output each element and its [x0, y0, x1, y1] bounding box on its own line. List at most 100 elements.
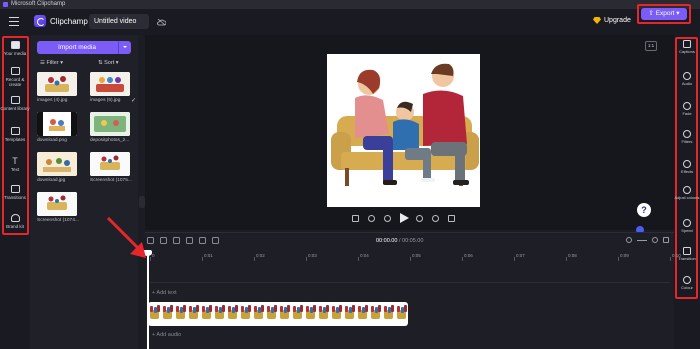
nav-transitions[interactable]: Transitions [0, 185, 30, 200]
panel-effects[interactable]: Effects [674, 160, 700, 175]
panel-adjust-colours[interactable]: Adjust colours [674, 186, 700, 201]
upgrade-button[interactable]: Upgrade [593, 17, 631, 24]
ruler-tick [618, 257, 619, 261]
panel-colour[interactable]: Colour [674, 276, 700, 291]
upload-icon: ⇧ [648, 10, 656, 17]
nav-text[interactable]: T Text [0, 157, 30, 173]
media-item-name: depositphotos_2... [90, 138, 130, 143]
clip-frame [161, 302, 174, 326]
nav-templates[interactable]: Templates [0, 127, 30, 142]
ruler-tick-label: 0:08 [568, 253, 577, 258]
zoom-slider[interactable] [637, 239, 647, 241]
fit-icon[interactable] [663, 237, 669, 243]
nav-label: Record & create [5, 77, 25, 87]
nav-label: Brand kit [6, 224, 24, 229]
ruler-tick-label: 0:01 [204, 253, 213, 258]
ruler-tick-label: 0:03 [308, 253, 317, 258]
media-thumbnail[interactable] [90, 72, 130, 96]
skip-back-icon[interactable] [368, 215, 375, 222]
add-audio-track[interactable]: + Add audio [152, 332, 181, 338]
panel-label: Adjust colours [674, 195, 700, 200]
panel-fade[interactable]: Fade [674, 102, 700, 117]
media-thumbnail[interactable] [37, 72, 77, 96]
export-label: Export [655, 10, 675, 17]
nav-label: Content library [0, 106, 30, 111]
export-button[interactable]: ⇧ Export ▾ [641, 8, 687, 20]
ruler-tick [202, 257, 203, 261]
clip-frame [265, 302, 278, 326]
import-media-button[interactable]: Import media [37, 41, 131, 54]
brand-kit-icon [10, 214, 20, 222]
ruler-tick [306, 257, 307, 261]
current-time: 00:00.00 [376, 238, 398, 244]
clip-frame [148, 302, 161, 326]
zoom-out-icon[interactable] [626, 237, 632, 243]
split-icon[interactable] [186, 237, 193, 244]
media-thumbnail[interactable] [90, 152, 130, 176]
skip-forward-icon[interactable] [432, 215, 439, 222]
nav-label: Transitions [4, 195, 26, 200]
colour-icon [683, 276, 691, 284]
chevron-down-icon: ▾ [674, 10, 680, 17]
fullscreen-icon[interactable] [448, 215, 455, 222]
add-text-track[interactable]: + Add text [152, 290, 177, 296]
nav-your-media[interactable]: Your media [0, 41, 30, 56]
chevron-down-icon[interactable] [118, 41, 131, 54]
clip-frame [330, 302, 343, 326]
nav-content-library[interactable]: Content library [0, 96, 30, 111]
zoom-in-icon[interactable] [652, 237, 658, 243]
clip-frame [395, 302, 408, 326]
sort-button[interactable]: ⇅ Sort ▾ [98, 60, 119, 66]
ruler-tick [462, 257, 463, 261]
panel-captions[interactable]: Captions [674, 40, 700, 55]
panel-audio[interactable]: Audio [674, 72, 700, 87]
filter-label: Filter [46, 60, 59, 66]
ruler-tick-label: 0:04 [360, 253, 369, 258]
video-title-input[interactable]: Untitled video [89, 14, 149, 29]
panel-label: Colour [681, 285, 693, 290]
clip-frame [317, 302, 330, 326]
aspect-ratio-button[interactable]: 1:1 [645, 41, 657, 51]
forward-5s-icon[interactable] [416, 215, 423, 222]
clip-frame [343, 302, 356, 326]
sort-label: Sort [104, 60, 115, 66]
speed-icon [683, 219, 691, 227]
panel-filters[interactable]: Filters [674, 130, 700, 145]
play-icon[interactable] [400, 213, 409, 223]
camera-icon [10, 67, 20, 75]
delete-icon[interactable] [199, 237, 206, 244]
track-divider [150, 282, 670, 283]
duplicate-icon[interactable] [212, 237, 219, 244]
adjust-colours-icon [683, 186, 691, 194]
templates-icon [10, 127, 20, 135]
menu-icon[interactable] [9, 17, 19, 26]
check-icon: ✓ [131, 98, 137, 104]
ruler-tick-label: 0:10 [672, 253, 681, 258]
undo-icon[interactable] [160, 237, 167, 244]
rewind-5s-icon[interactable] [384, 215, 391, 222]
help-button[interactable]: ? [637, 203, 651, 217]
preview-canvas [327, 54, 480, 207]
cloud-sync-icon[interactable] [157, 18, 166, 26]
ruler-tick [670, 257, 671, 261]
media-thumbnail[interactable] [37, 192, 77, 216]
redo-icon[interactable] [173, 237, 180, 244]
playback-controls [350, 212, 460, 226]
import-media-label: Import media [58, 44, 96, 51]
caption-icon[interactable] [352, 215, 359, 222]
ruler-tick [150, 257, 151, 261]
media-thumbnail[interactable] [90, 112, 130, 136]
panel-speed[interactable]: Speed [674, 219, 700, 234]
nav-record-create[interactable]: Record & create [0, 67, 30, 87]
video-clip[interactable] [148, 302, 408, 326]
clip-frame [187, 302, 200, 326]
ruler-tick-label: 0 [152, 253, 155, 258]
filter-button[interactable]: ☰ Filter ▾ [40, 60, 63, 66]
media-item-name: images (4).jpg [37, 98, 68, 103]
nav-label: Text [10, 167, 20, 172]
fade-icon [683, 102, 691, 110]
media-thumbnail[interactable] [37, 152, 77, 176]
media-thumbnail[interactable] [37, 112, 77, 136]
nav-brand-kit[interactable]: Brand kit [0, 214, 30, 229]
effects-icon [683, 160, 691, 168]
